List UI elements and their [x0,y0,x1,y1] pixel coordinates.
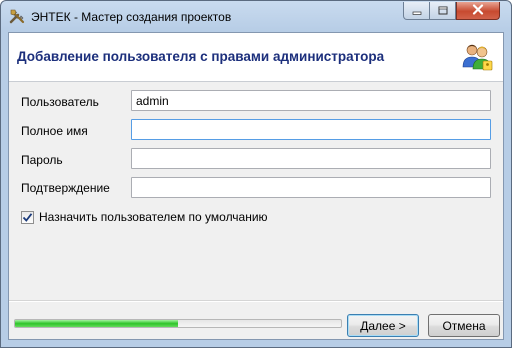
wizard-window: ЭНТЕК - Мастер создания проектов Добавле… [0,0,512,348]
close-button[interactable] [456,2,500,20]
default-user-label: Назначить пользователем по умолчанию [39,210,268,224]
users-icon [461,41,493,73]
fullname-field[interactable] [131,119,491,140]
window-title: ЭНТЕК - Мастер создания проектов [31,10,232,24]
confirm-password-field[interactable] [131,177,491,198]
password-label: Пароль [21,153,63,167]
footer-divider [9,300,503,302]
close-icon [472,2,484,20]
user-label: Пользователь [21,95,99,109]
confirm-label: Подтверждение [21,181,110,195]
user-field[interactable] [131,90,491,111]
minimize-icon [412,2,422,20]
progress-fill [15,320,178,327]
wizard-progress-bar [14,319,342,328]
wizard-body: Добавление пользователя с правами админи… [8,32,504,340]
tools-icon [8,7,26,25]
maximize-icon [438,2,448,20]
checkmark-icon [22,212,33,222]
maximize-button[interactable] [430,2,456,20]
wizard-header: Добавление пользователя с правами админи… [9,33,503,82]
title-bar[interactable]: ЭНТЕК - Мастер создания проектов [1,1,511,33]
next-button[interactable]: Далее > [347,314,419,337]
minimize-button[interactable] [403,2,430,20]
default-user-checkbox[interactable] [21,210,34,224]
cancel-button[interactable]: Отмена [428,314,500,337]
password-field[interactable] [131,148,491,169]
fullname-label: Полное имя [21,124,88,138]
default-user-option[interactable]: Назначить пользователем по умолчанию [21,210,268,224]
page-title: Добавление пользователя с правами админи… [17,49,385,64]
